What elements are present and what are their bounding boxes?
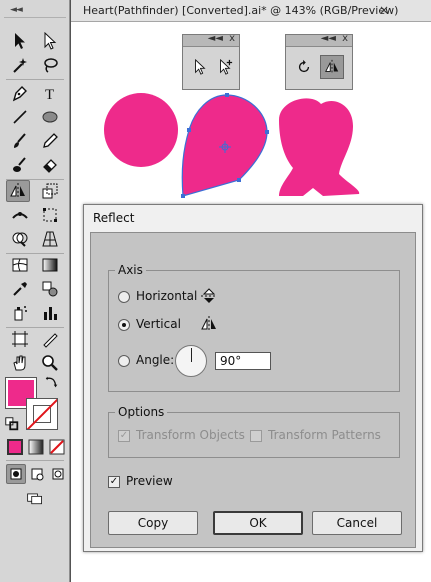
collapse-icon[interactable]: ◄◄ xyxy=(208,33,223,44)
collapse-glyph: ◄◄ xyxy=(10,5,23,15)
hand-tool-icon[interactable] xyxy=(8,352,32,374)
reflect-dialog: Reflect Axis Horizontal Vertical Angle: … xyxy=(83,204,423,552)
type-tool-icon[interactable]: T xyxy=(38,82,62,104)
tools-panel: ◄◄ T xyxy=(0,0,70,582)
free-transform-tool-icon[interactable] xyxy=(38,204,62,226)
angle-radio[interactable] xyxy=(118,355,130,367)
draw-normal-icon[interactable] xyxy=(6,464,26,484)
dialog-body: Axis Horizontal Vertical Angle: 90° Opti… xyxy=(90,232,416,548)
screen-mode-icon[interactable] xyxy=(22,488,48,508)
slice-tool-icon[interactable] xyxy=(38,328,62,350)
stroke-color-swatch[interactable] xyxy=(26,398,58,430)
floating-selection-panel: ◄◄ x xyxy=(182,33,240,90)
panel-titlebar[interactable]: ◄◄ x xyxy=(183,33,239,47)
preview-label[interactable]: Preview xyxy=(126,474,173,488)
document-tab[interactable]: Heart(Pathfinder) [Converted].ai* @ 143%… xyxy=(71,0,431,22)
direct-selection-plus-icon[interactable] xyxy=(213,55,237,79)
angle-label[interactable]: Angle: xyxy=(136,353,174,367)
gradient-mode-icon[interactable] xyxy=(27,438,45,456)
transform-objects-checkbox[interactable]: ✓ xyxy=(118,430,130,442)
none-mode-icon[interactable] xyxy=(48,438,66,456)
perspective-grid-tool-icon[interactable] xyxy=(38,228,62,250)
blob-brush-tool-icon[interactable] xyxy=(8,154,32,176)
copy-button[interactable]: Copy xyxy=(108,511,198,535)
toolbar-divider xyxy=(6,79,64,80)
toolbar-divider xyxy=(6,460,64,461)
vertical-label[interactable]: Vertical xyxy=(136,317,181,331)
zoom-tool-icon[interactable] xyxy=(38,352,62,374)
floating-transform-panel: ◄◄ x xyxy=(285,33,353,90)
heart-half-shape xyxy=(279,98,360,196)
transform-patterns-checkbox[interactable] xyxy=(250,430,262,442)
axis-group: Axis Horizontal Vertical Angle: 90° xyxy=(108,263,400,392)
vertical-radio[interactable] xyxy=(118,319,130,331)
scale-tool-icon[interactable] xyxy=(38,180,62,202)
mesh-tool-icon[interactable] xyxy=(8,254,32,276)
ellipse-tool-icon[interactable] xyxy=(38,106,62,128)
reflect-tool-icon[interactable] xyxy=(6,180,30,202)
axis-legend: Axis xyxy=(115,263,146,277)
dialog-title: Reflect xyxy=(93,211,135,225)
default-colors-icon[interactable] xyxy=(4,416,20,432)
panel-titlebar[interactable]: ◄◄ x xyxy=(286,33,352,47)
document-title: Heart(Pathfinder) [Converted].ai* @ 143%… xyxy=(83,4,399,17)
pen-tool-icon[interactable] xyxy=(8,82,32,104)
blend-tool-icon[interactable] xyxy=(38,278,62,300)
stroke-inner xyxy=(33,405,51,423)
options-group: Options ✓ Transform Objects Transform Pa… xyxy=(108,405,400,458)
line-segment-tool-icon[interactable] xyxy=(8,106,32,128)
swap-colors-icon[interactable] xyxy=(44,374,60,390)
draw-inside-icon[interactable] xyxy=(48,464,68,484)
paintbrush-tool-icon[interactable] xyxy=(8,130,32,152)
horizontal-radio[interactable] xyxy=(118,291,130,303)
column-graph-tool-icon[interactable] xyxy=(38,302,62,324)
transform-objects-label[interactable]: Transform Objects xyxy=(136,428,245,442)
angle-dial[interactable] xyxy=(175,345,207,377)
cancel-button[interactable]: Cancel xyxy=(312,511,402,535)
lasso-tool-icon[interactable] xyxy=(38,54,62,76)
pencil-tool-icon[interactable] xyxy=(38,130,62,152)
vertical-axis-icon xyxy=(199,314,219,334)
close-icon[interactable]: x xyxy=(229,33,235,44)
preview-checkbox[interactable]: ✓ xyxy=(108,476,120,488)
pink-circle-shape xyxy=(104,93,178,167)
shape-builder-tool-icon[interactable] xyxy=(8,228,32,250)
rotate-tool-icon[interactable] xyxy=(292,55,316,79)
artboard-tool-icon[interactable] xyxy=(8,328,32,350)
tools-panel-grip[interactable]: ◄◄ xyxy=(4,4,66,18)
eraser-tool-icon[interactable] xyxy=(38,154,62,176)
color-mode-icon[interactable] xyxy=(6,438,24,456)
direct-selection-tool-icon[interactable] xyxy=(38,30,62,52)
symbol-sprayer-tool-icon[interactable] xyxy=(8,302,32,324)
selection-tool-icon[interactable] xyxy=(188,55,212,79)
svg-text:T: T xyxy=(45,87,54,102)
selection-tool-icon[interactable] xyxy=(8,30,32,52)
angle-input[interactable]: 90° xyxy=(215,352,271,370)
horizontal-axis-icon xyxy=(199,286,219,306)
gradient-tool-icon[interactable] xyxy=(38,254,62,276)
close-tab-icon[interactable]: × xyxy=(379,3,389,17)
horizontal-label[interactable]: Horizontal xyxy=(136,289,197,303)
eyedropper-tool-icon[interactable] xyxy=(8,278,32,300)
transform-patterns-label[interactable]: Transform Patterns xyxy=(268,428,381,442)
collapse-icon[interactable]: ◄◄ xyxy=(321,33,336,44)
options-legend: Options xyxy=(115,405,168,419)
ok-button[interactable]: OK xyxy=(213,511,303,535)
width-tool-icon[interactable] xyxy=(8,204,32,226)
draw-behind-icon[interactable] xyxy=(27,464,47,484)
magic-wand-tool-icon[interactable] xyxy=(8,54,32,76)
reflect-tool-icon[interactable] xyxy=(320,55,344,79)
close-icon[interactable]: x xyxy=(342,33,348,44)
